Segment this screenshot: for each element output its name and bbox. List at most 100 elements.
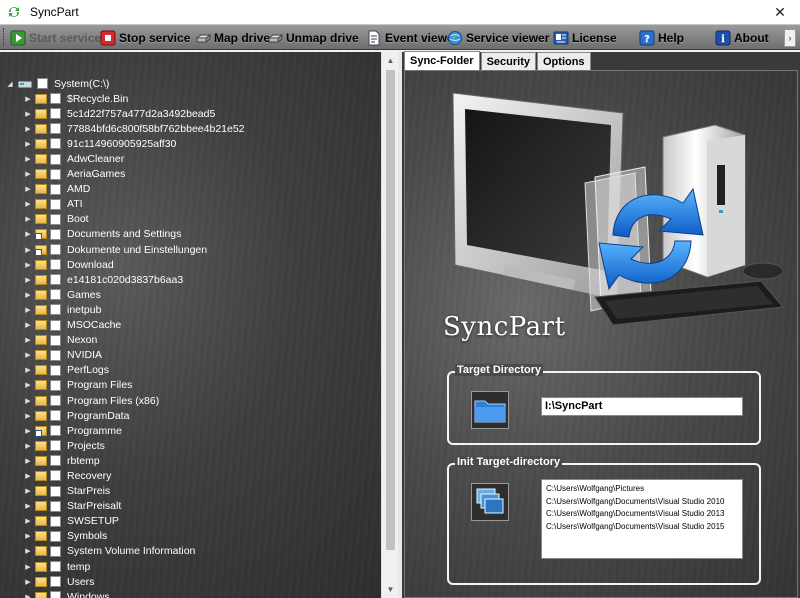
expand-arrow-icon[interactable]: ▶ xyxy=(24,290,32,300)
list-item[interactable]: C:\Users\Wolfgang\Documents\Visual Studi… xyxy=(546,508,738,521)
tree-checkbox[interactable] xyxy=(50,138,61,150)
toolbar-button-unmap-drive[interactable]: Unmap drive xyxy=(267,27,359,49)
tree-checkbox[interactable] xyxy=(50,379,61,391)
folder-tree[interactable]: ◢ System(C:\) ▶ $Recycle.Bin ▶ 5c1d22f757a477… xyxy=(0,76,380,598)
expand-arrow-icon[interactable]: ▶ xyxy=(24,501,32,511)
tree-checkbox[interactable] xyxy=(50,561,61,573)
tree-item[interactable]: ▶ temp xyxy=(0,559,380,574)
tree-checkbox[interactable] xyxy=(50,425,61,437)
close-button[interactable]: ✕ xyxy=(760,0,800,24)
toolbar-button-about[interactable]: i About xyxy=(715,27,769,49)
expand-arrow-icon[interactable]: ▶ xyxy=(24,592,32,598)
tree-item[interactable]: ▶ Games xyxy=(0,287,380,302)
tree-item[interactable]: ▶ Program Files (x86) xyxy=(0,393,380,408)
tree-item[interactable]: ▶ 91c114960905925aff30 xyxy=(0,136,380,151)
expand-arrow-icon[interactable]: ▶ xyxy=(24,411,32,421)
toolbar-button-start-service[interactable]: Start service xyxy=(10,27,101,49)
collapse-arrow-icon[interactable]: ◢ xyxy=(6,79,14,89)
tree-checkbox[interactable] xyxy=(50,213,61,225)
tree-item[interactable]: ▶ ProgramData xyxy=(0,408,380,423)
tree-checkbox[interactable] xyxy=(50,500,61,512)
tree-checkbox[interactable] xyxy=(50,274,61,286)
add-init-directory-button[interactable] xyxy=(471,483,509,521)
expand-arrow-icon[interactable]: ▶ xyxy=(24,577,32,587)
tree-checkbox[interactable] xyxy=(50,470,61,482)
scroll-up-arrow-icon[interactable]: ▲ xyxy=(382,52,399,69)
tree-item[interactable]: ▶ inetpub xyxy=(0,302,380,317)
tree-checkbox[interactable] xyxy=(50,198,61,210)
tree-item[interactable]: ▶ Download xyxy=(0,257,380,272)
tree-checkbox[interactable] xyxy=(50,395,61,407)
expand-arrow-icon[interactable]: ▶ xyxy=(24,245,32,255)
tree-item[interactable]: ▶ Projects xyxy=(0,438,380,453)
expand-arrow-icon[interactable]: ▶ xyxy=(24,471,32,481)
tree-item[interactable]: ▶ Boot xyxy=(0,212,380,227)
tree-item[interactable]: ▶ 77884bfd6c800f58bf762bbee4b21e52 xyxy=(0,121,380,136)
list-item[interactable]: C:\Users\Wolfgang\Documents\Visual Studi… xyxy=(546,496,738,509)
tab-sync-folder[interactable]: Sync-Folder xyxy=(404,51,480,70)
toolbar-overflow-button[interactable]: › xyxy=(784,29,796,47)
tree-item[interactable]: ▶ PerfLogs xyxy=(0,363,380,378)
tree-checkbox[interactable] xyxy=(50,455,61,467)
tree-checkbox[interactable] xyxy=(50,259,61,271)
tree-checkbox[interactable] xyxy=(50,545,61,557)
expand-arrow-icon[interactable]: ▶ xyxy=(24,94,32,104)
expand-arrow-icon[interactable]: ▶ xyxy=(24,562,32,572)
target-directory-input[interactable]: I:\SyncPart xyxy=(541,397,743,416)
expand-arrow-icon[interactable]: ▶ xyxy=(24,139,32,149)
expand-arrow-icon[interactable]: ▶ xyxy=(24,456,32,466)
tree-checkbox[interactable] xyxy=(50,410,61,422)
expand-arrow-icon[interactable]: ▶ xyxy=(24,546,32,556)
tree-item[interactable]: ▶ Programme xyxy=(0,423,380,438)
tree-checkbox[interactable] xyxy=(50,440,61,452)
expand-arrow-icon[interactable]: ▶ xyxy=(24,154,32,164)
tree-checkbox[interactable] xyxy=(50,530,61,542)
expand-arrow-icon[interactable]: ▶ xyxy=(24,275,32,285)
tree-checkbox[interactable] xyxy=(50,515,61,527)
tree-item[interactable]: ▶ Users xyxy=(0,574,380,589)
list-item[interactable]: C:\Users\Wolfgang\Documents\Visual Studi… xyxy=(546,521,738,534)
expand-arrow-icon[interactable]: ▶ xyxy=(24,396,32,406)
tree-item[interactable]: ▶ SWSETUP xyxy=(0,514,380,529)
tree-checkbox[interactable] xyxy=(50,349,61,361)
expand-arrow-icon[interactable]: ▶ xyxy=(24,184,32,194)
expand-arrow-icon[interactable]: ▶ xyxy=(24,320,32,330)
tree-checkbox[interactable] xyxy=(50,123,61,135)
tree-item[interactable]: ▶ $Recycle.Bin xyxy=(0,91,380,106)
tree-item[interactable]: ▶ NVIDIA xyxy=(0,348,380,363)
tree-checkbox[interactable] xyxy=(50,289,61,301)
toolbar-button-map-drive[interactable]: Map drive xyxy=(195,27,270,49)
toolbar-button-event-viewer[interactable]: Event viewer xyxy=(366,27,458,49)
toolbar-button-license[interactable]: License xyxy=(553,27,617,49)
expand-arrow-icon[interactable]: ▶ xyxy=(24,199,32,209)
toolbar-button-service-viewer[interactable]: Service viewer xyxy=(447,27,549,49)
tree-item[interactable]: ▶ StarPreis xyxy=(0,484,380,499)
tree-item[interactable]: ▶ Windows xyxy=(0,589,380,598)
tree-item[interactable]: ▶ Nexon xyxy=(0,333,380,348)
tree-checkbox[interactable] xyxy=(50,304,61,316)
tree-checkbox[interactable] xyxy=(50,93,61,105)
scroll-down-arrow-icon[interactable]: ▼ xyxy=(382,581,399,598)
tree-checkbox[interactable] xyxy=(50,228,61,240)
tree-checkbox[interactable] xyxy=(50,153,61,165)
expand-arrow-icon[interactable]: ▶ xyxy=(24,441,32,451)
tree-checkbox[interactable] xyxy=(50,591,61,598)
toolbar-grip[interactable] xyxy=(3,28,6,46)
toolbar-button-stop-service[interactable]: Stop service xyxy=(100,27,190,49)
tree-item[interactable]: ▶ MSOCache xyxy=(0,318,380,333)
expand-arrow-icon[interactable]: ▶ xyxy=(24,229,32,239)
tree-item[interactable]: ▶ System Volume Information xyxy=(0,544,380,559)
tree-checkbox[interactable] xyxy=(50,334,61,346)
tree-checkbox[interactable] xyxy=(50,576,61,588)
list-item[interactable]: C:\Users\Wolfgang\Pictures xyxy=(546,483,738,496)
tree-item[interactable]: ▶ 5c1d22f757a477d2a3492bead5 xyxy=(0,106,380,121)
tree-item[interactable]: ▶ AeriaGames xyxy=(0,167,380,182)
tree-item[interactable]: ▶ Recovery xyxy=(0,468,380,483)
tree-checkbox[interactable] xyxy=(50,183,61,195)
expand-arrow-icon[interactable]: ▶ xyxy=(24,214,32,224)
expand-arrow-icon[interactable]: ▶ xyxy=(24,426,32,436)
tree-item[interactable]: ▶ Program Files xyxy=(0,378,380,393)
tree-checkbox[interactable] xyxy=(50,364,61,376)
tree-vertical-scrollbar[interactable]: ▲ ▼ xyxy=(381,52,398,598)
tree-item[interactable]: ▶ e14181c020d3837b6aa3 xyxy=(0,272,380,287)
